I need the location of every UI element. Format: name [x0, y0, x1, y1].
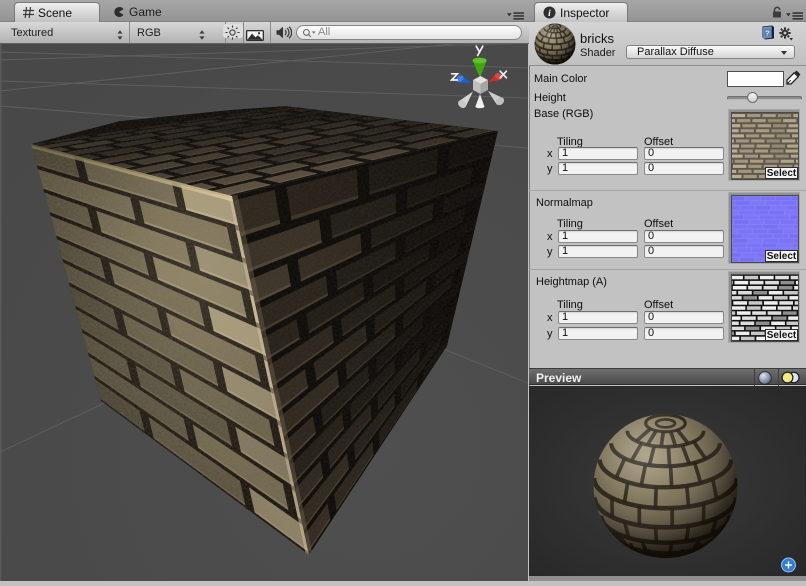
- svg-text:i: i: [548, 9, 551, 19]
- svg-text:?: ?: [765, 29, 770, 38]
